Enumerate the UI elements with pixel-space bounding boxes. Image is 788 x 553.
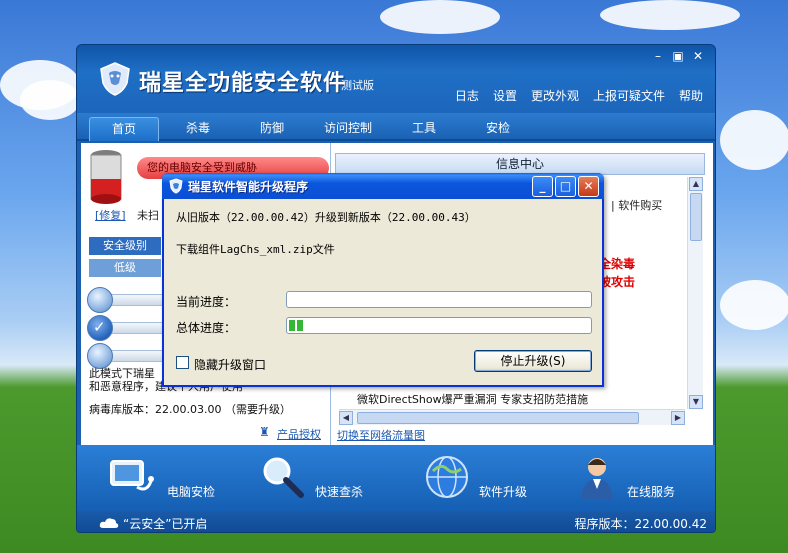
current-progress-label: 当前进度：	[176, 295, 237, 309]
security-level-low[interactable]: 低级	[89, 259, 161, 277]
monitor-stethoscope-icon	[110, 460, 154, 491]
launcher-label: 电脑安检	[167, 485, 216, 499]
report-file-link[interactable]: 上报可疑文件	[593, 87, 665, 104]
settings-link[interactable]: 设置	[493, 87, 517, 104]
level-option-high[interactable]	[87, 287, 171, 313]
desktop-cloud	[20, 80, 80, 120]
desktop-cloud	[380, 0, 500, 34]
launcher-label: 在线服务	[627, 485, 676, 499]
support-agent-icon	[581, 458, 613, 499]
dialog-title: 瑞星软件智能升级程序	[188, 180, 309, 194]
edition-label: 测试版	[341, 79, 374, 92]
close-icon[interactable]: ✕	[691, 49, 705, 63]
level-radio-icon: ✓	[87, 315, 113, 341]
change-skin-link[interactable]: 更改外观	[531, 87, 579, 104]
dialog-minimize-button[interactable]: _	[532, 176, 553, 197]
desktop-cloud	[720, 110, 788, 170]
magnifier-icon	[263, 457, 304, 498]
tab-home[interactable]: 首页	[89, 117, 159, 141]
tab-defense[interactable]: 防御	[237, 117, 307, 141]
help-link[interactable]: 帮助	[679, 87, 703, 104]
rising-shield-icon	[169, 178, 183, 194]
switch-traffic-link[interactable]: 切换至网络流量图	[337, 427, 425, 443]
scroll-thumb[interactable]	[357, 412, 639, 424]
scroll-left-icon[interactable]: ◀	[339, 411, 353, 425]
license-link[interactable]: 产品授权	[277, 426, 321, 442]
status-bar: “云安全”已开启 程序版本：22.00.00.42	[77, 511, 715, 532]
desktop-cloud	[600, 0, 740, 30]
total-progress-label: 总体进度：	[176, 321, 237, 335]
horizontal-scrollbar[interactable]: ◀ ▶	[339, 409, 685, 425]
stop-upgrade-button[interactable]: 停止升级(S)	[474, 350, 592, 372]
title-bar: 瑞星全功能安全软件 测试版 – ▣ ✕ 日志 设置 更改外观 上报可疑文件 帮助	[77, 45, 715, 113]
alert-text[interactable]: 全染毒	[599, 255, 635, 272]
alert-text[interactable]: 被攻击	[599, 273, 635, 290]
hide-window-label[interactable]: 隐藏升级窗口	[194, 356, 266, 373]
vertical-scrollbar[interactable]: ▲ ▼	[687, 177, 703, 409]
level-radio-icon	[87, 343, 113, 369]
news-item[interactable]: 微软DirectShow爆严重漏洞 专家支招防范措施	[357, 391, 588, 407]
level-option-low[interactable]	[87, 343, 171, 369]
license-icon: ♜	[259, 425, 270, 439]
launcher-pc-check[interactable]: 电脑安检	[107, 453, 247, 503]
globe-icon	[426, 456, 468, 498]
restore-icon[interactable]: ▣	[671, 49, 685, 63]
virus-db-version: 病毒库版本：22.00.03.00 （需要升级）	[89, 403, 291, 416]
fix-description: 未扫	[137, 209, 159, 222]
launcher-quick-scan[interactable]: 快速查杀	[259, 453, 399, 503]
top-links: 日志 设置 更改外观 上报可疑文件 帮助	[455, 87, 703, 104]
level-radio-icon	[87, 287, 113, 313]
dialog-title-bar: 瑞星软件智能升级程序 _ □ ✕	[162, 173, 604, 199]
log-link[interactable]: 日志	[455, 87, 479, 104]
total-progress-bar	[286, 317, 592, 334]
upgrade-version-message: 从旧版本（22.00.00.42）升级到新版本（22.00.00.43）	[176, 211, 476, 224]
tab-antivirus[interactable]: 杀毒	[163, 117, 233, 141]
tab-security-check[interactable]: 安检	[463, 117, 533, 141]
program-version: 程序版本：22.00.00.42	[574, 517, 707, 531]
launcher-label: 快速查杀	[315, 485, 364, 499]
main-nav: 首页 杀毒 防御 访问控制 工具 安检	[77, 113, 715, 141]
desktop-cloud	[720, 280, 788, 330]
total-progress-fill	[289, 320, 304, 331]
minimize-icon[interactable]: –	[651, 49, 665, 63]
fix-link[interactable]: [修复]	[95, 207, 126, 223]
dialog-body: 从旧版本（22.00.00.42）升级到新版本（22.00.00.43） 下载组…	[164, 199, 602, 385]
rising-lion-logo-icon	[100, 62, 130, 96]
scroll-right-icon[interactable]: ▶	[671, 411, 685, 425]
scroll-down-icon[interactable]: ▼	[689, 395, 703, 409]
cloud-icon	[99, 518, 119, 528]
app-title: 瑞星全功能安全软件	[139, 71, 347, 96]
launcher-software-upgrade[interactable]: 软件升级	[423, 453, 563, 503]
cloud-security-status: “云安全”已开启	[123, 517, 208, 531]
tab-tools[interactable]: 工具	[389, 117, 459, 141]
dialog-close-button[interactable]: ✕	[578, 176, 599, 197]
buy-link[interactable]: | 软件购买	[611, 197, 662, 213]
tab-access-control[interactable]: 访问控制	[313, 117, 383, 141]
dialog-maximize-button[interactable]: □	[555, 176, 576, 197]
download-status-message: 下载组件LagChs_xml.zip文件	[176, 243, 335, 256]
info-center-header: 信息中心	[335, 153, 705, 175]
hide-window-checkbox[interactable]	[176, 356, 189, 369]
current-progress-bar	[286, 291, 592, 308]
scroll-up-icon[interactable]: ▲	[689, 177, 703, 191]
launcher-bar: 电脑安检 快速查杀 软件升级 在线服务	[77, 445, 715, 511]
status-cylinder-icon	[90, 150, 122, 204]
upgrade-dialog: 瑞星软件智能升级程序 _ □ ✕ 从旧版本（22.00.00.42）升级到新版本…	[162, 173, 604, 387]
level-option-medium[interactable]: ✓	[87, 315, 171, 341]
security-level-label: 安全级别	[89, 237, 161, 255]
checkmark-icon: ✓	[93, 318, 106, 336]
scroll-thumb[interactable]	[690, 193, 702, 241]
launcher-label: 软件升级	[479, 485, 528, 499]
launcher-online-service[interactable]: 在线服务	[573, 453, 713, 503]
